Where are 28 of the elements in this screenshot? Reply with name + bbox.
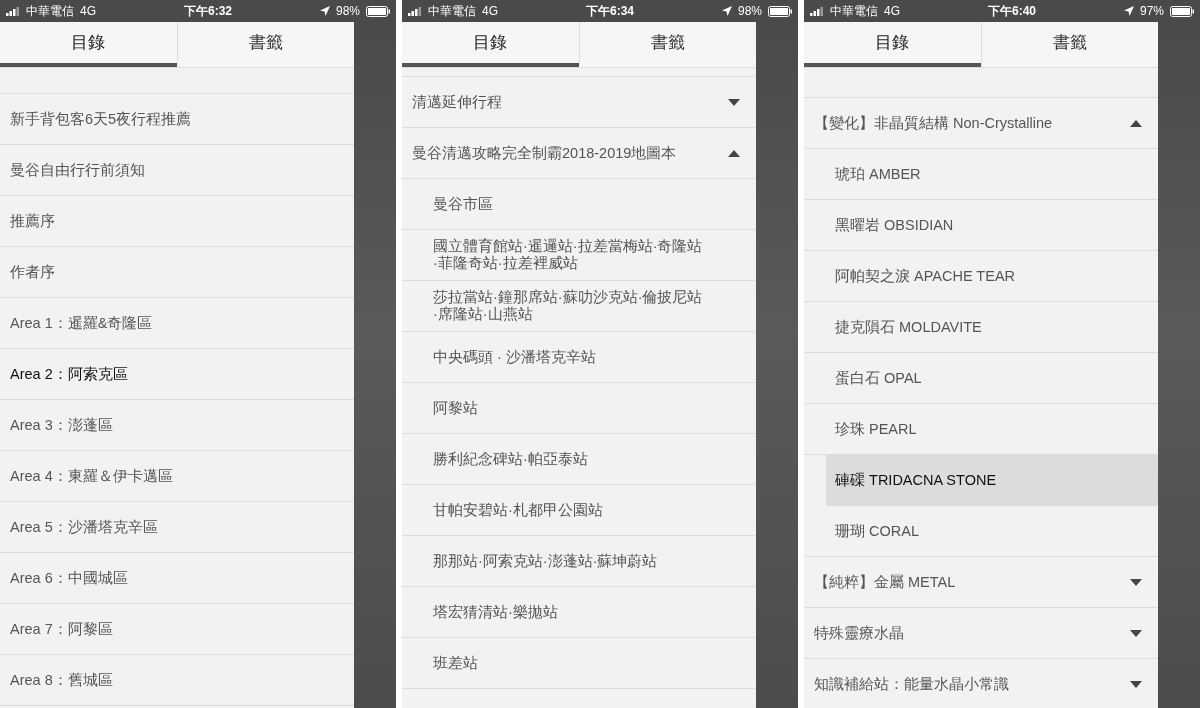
signal-icon <box>810 6 824 16</box>
signal-icon <box>408 6 422 16</box>
clock-time: 下午6:32 <box>184 2 232 20</box>
network-type: 4G <box>884 4 900 18</box>
caret-down-icon <box>1130 629 1142 637</box>
network-type: 4G <box>482 4 498 18</box>
clock-time: 下午6:40 <box>988 2 1036 20</box>
battery-icon <box>768 5 792 17</box>
carrier-name: 中華電信 <box>830 2 878 20</box>
location-icon <box>1124 6 1134 16</box>
caret-down-icon <box>728 98 740 106</box>
clock-time: 下午6:34 <box>586 2 634 20</box>
location-icon <box>320 6 330 16</box>
caret-down-icon <box>1130 680 1142 688</box>
carrier-name: 中華電信 <box>26 2 74 20</box>
caret-down-icon <box>1130 578 1142 586</box>
battery-percent: 98% <box>738 4 762 18</box>
battery-percent: 97% <box>1140 4 1164 18</box>
network-type: 4G <box>80 4 96 18</box>
toc-item[interactable]: 硨磲 TRIDACNA STONE <box>826 455 1158 506</box>
battery-percent: 98% <box>336 4 360 18</box>
caret-up-icon <box>728 149 740 157</box>
signal-icon <box>6 6 20 16</box>
caret-up-icon <box>1130 119 1142 127</box>
battery-icon <box>1170 5 1194 17</box>
battery-icon <box>366 5 390 17</box>
carrier-name: 中華電信 <box>428 2 476 20</box>
location-icon <box>722 6 732 16</box>
